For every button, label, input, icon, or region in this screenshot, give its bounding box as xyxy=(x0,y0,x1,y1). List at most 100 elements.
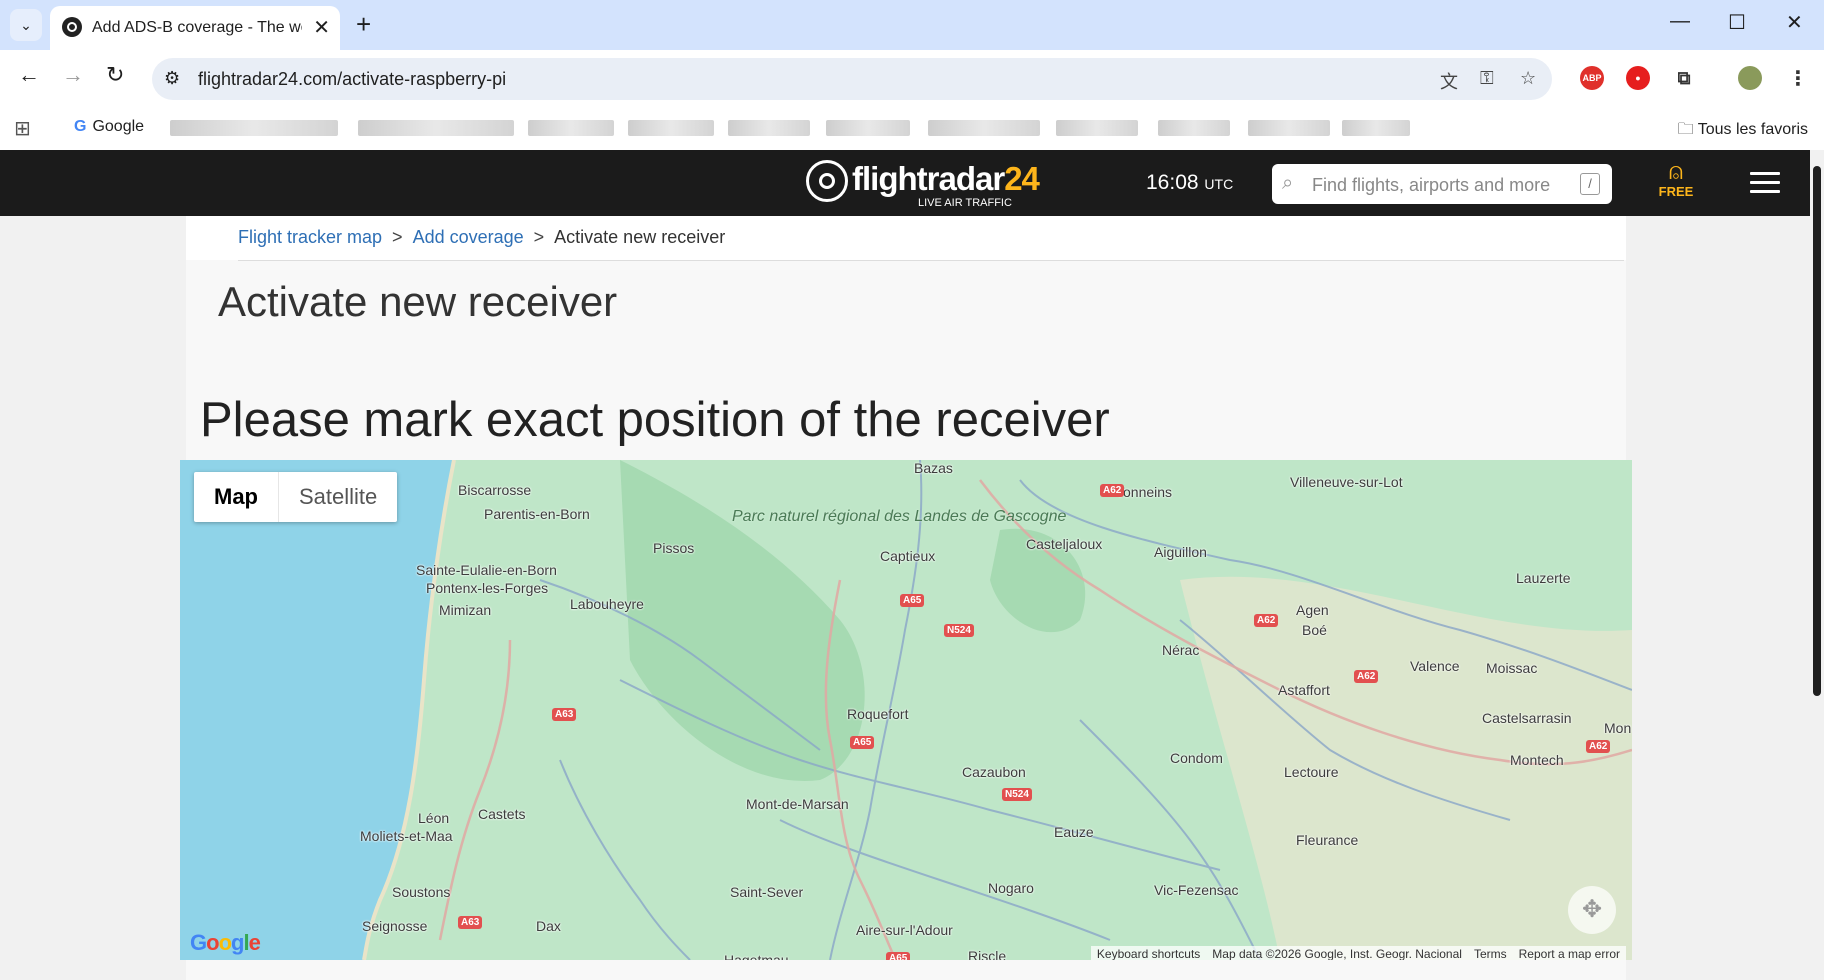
place-label: Nogaro xyxy=(988,880,1034,896)
flight-search[interactable]: ⌕ / xyxy=(1272,164,1612,204)
road-shield: A65 xyxy=(886,952,911,960)
breadcrumb-add-coverage[interactable]: Add coverage xyxy=(413,227,524,247)
map-type-map-button[interactable]: Map xyxy=(194,472,279,522)
logo-main-text: flightradar xyxy=(852,160,1005,197)
page-title: Activate new receiver xyxy=(218,278,618,325)
browser-tabstrip: ⌄ Add ADS-B coverage - The world's most … xyxy=(0,0,1824,50)
all-bookmarks-folder[interactable]: 🗀 Tous les favoris xyxy=(1678,118,1808,145)
utc-label: UTC xyxy=(1204,176,1234,192)
place-label: Condom xyxy=(1170,750,1223,766)
browser-menu-icon[interactable]: ⋮ xyxy=(1786,66,1810,90)
breadcrumb-divider xyxy=(238,260,1624,261)
search-input[interactable] xyxy=(1310,170,1574,200)
logo-wordmark: flightradar24 xyxy=(852,160,1040,198)
blurred-bookmark[interactable] xyxy=(358,120,514,136)
forward-icon[interactable]: → xyxy=(62,62,84,88)
report-map-error-link[interactable]: Report a map error xyxy=(1519,947,1620,960)
extensions-icon[interactable]: ⧉ xyxy=(1672,66,1696,90)
blurred-bookmark[interactable] xyxy=(170,120,338,136)
reload-icon[interactable]: ↻ xyxy=(106,62,124,88)
place-label: Saint-Sever xyxy=(730,884,804,900)
blurred-bookmark[interactable] xyxy=(628,120,714,136)
back-icon[interactable]: ← xyxy=(18,62,40,88)
place-label: Hagetmau xyxy=(724,952,789,960)
receiver-position-map[interactable]: Map Satellite Parc naturel régional des … xyxy=(180,460,1632,960)
blurred-bookmark[interactable] xyxy=(728,120,810,136)
minimize-icon[interactable]: — xyxy=(1670,10,1690,33)
blurred-bookmark[interactable] xyxy=(1248,120,1330,136)
tab-search-icon[interactable]: ⌄ xyxy=(10,9,42,41)
breadcrumb-bar: Flight tracker map > Add coverage > Activate… xyxy=(186,216,1626,260)
place-label: Roquefort xyxy=(847,706,909,722)
search-icon: ⌕ xyxy=(1282,172,1294,194)
keyboard-shortcuts-link[interactable]: Keyboard shortcuts xyxy=(1097,947,1200,960)
close-window-icon[interactable]: ✕ xyxy=(1786,10,1803,35)
adblock-plus-icon[interactable]: ABP xyxy=(1580,66,1604,90)
place-label: Castets xyxy=(478,806,526,822)
google-g-icon: G xyxy=(74,118,87,135)
scrollbar-thumb[interactable] xyxy=(1813,166,1821,696)
user-icon: ⍝ xyxy=(1668,158,1684,185)
breadcrumb: Flight tracker map > Add coverage > Activate… xyxy=(238,227,725,248)
blurred-bookmark[interactable] xyxy=(826,120,910,136)
blurred-bookmark[interactable] xyxy=(528,120,614,136)
place-label: Villeneuve-sur-Lot xyxy=(1290,474,1403,490)
place-label: Parentis-en-Born xyxy=(484,506,590,522)
place-label: Astaffort xyxy=(1278,682,1330,698)
place-label: Castelsarrasin xyxy=(1482,710,1572,726)
search-shortcut-hint: / xyxy=(1580,173,1600,195)
bookmark-google[interactable]: G Google xyxy=(74,118,144,136)
place-label: Valence xyxy=(1410,658,1460,674)
browser-tab-active[interactable]: Add ADS-B coverage - The world's most po… xyxy=(50,6,340,50)
place-label: Fleurance xyxy=(1296,832,1359,848)
hamburger-menu-icon[interactable] xyxy=(1750,172,1780,199)
flightradar-favicon-icon xyxy=(62,17,82,37)
place-label: Mont-de-Marsan xyxy=(746,796,849,812)
road-shield: A62 xyxy=(1254,614,1279,627)
radar-logo-icon xyxy=(806,160,848,202)
map-type-satellite-button[interactable]: Satellite xyxy=(279,472,397,522)
place-label: Casteljaloux xyxy=(1026,536,1103,552)
park-label: Parc naturel régional des Landes de Gasc… xyxy=(732,508,1067,525)
bookmark-star-icon[interactable]: ☆ xyxy=(1520,68,1536,89)
password-key-icon[interactable]: ⚿ xyxy=(1480,68,1494,89)
utc-time: 16:08 xyxy=(1146,171,1199,194)
maximize-icon[interactable]: ☐ xyxy=(1728,10,1746,35)
bookmark-google-label: Google xyxy=(92,118,145,135)
blurred-bookmark[interactable] xyxy=(1342,120,1410,136)
breadcrumb-flight-tracker-map[interactable]: Flight tracker map xyxy=(238,227,382,247)
place-label: Aiguillon xyxy=(1154,544,1207,560)
new-tab-icon[interactable]: + xyxy=(356,9,371,40)
page-scrollbar[interactable] xyxy=(1810,150,1824,980)
blurred-bookmark[interactable] xyxy=(928,120,1040,136)
breadcrumb-separator: > xyxy=(533,227,545,247)
road-shield: A65 xyxy=(850,736,875,749)
google-logo: Google xyxy=(190,930,261,955)
all-bookmarks-label: Tous les favoris xyxy=(1697,121,1808,138)
place-label: Boé xyxy=(1302,622,1327,638)
tab-close-icon[interactable]: ✕ xyxy=(313,15,330,40)
logo-number: 24 xyxy=(1004,160,1040,197)
address-bar[interactable]: ⚙ flightradar24.com/activate-raspberry-p… xyxy=(152,58,1552,100)
terms-link[interactable]: Terms xyxy=(1474,947,1507,960)
apps-grid-icon[interactable]: ⊞ xyxy=(14,116,31,141)
breadcrumb-separator: > xyxy=(392,227,403,247)
profile-avatar[interactable] xyxy=(1738,66,1762,90)
place-label: Dax xyxy=(536,918,561,934)
map-pan-control-icon[interactable]: ✥ xyxy=(1568,886,1616,934)
place-label: Pissos xyxy=(653,540,695,556)
road-shield: A62 xyxy=(1354,670,1379,683)
blurred-bookmark[interactable] xyxy=(1158,120,1230,136)
ublock-icon[interactable]: ● xyxy=(1626,66,1650,90)
translate-icon[interactable]: 文 xyxy=(1440,68,1458,94)
user-plan-label: FREE xyxy=(1658,184,1694,199)
blurred-bookmark[interactable] xyxy=(1056,120,1138,136)
place-label: Nérac xyxy=(1162,642,1200,658)
url-text[interactable]: flightradar24.com/activate-raspberry-pi xyxy=(198,69,506,90)
map-type-control: Map Satellite xyxy=(194,472,398,522)
bookmarks-bar: ⊞ G Google 🗀 Tous les favoris xyxy=(0,106,1824,151)
user-account-button[interactable]: ⍝ FREE xyxy=(1656,158,1696,200)
place-label: Montech xyxy=(1510,752,1564,768)
site-info-icon[interactable]: ⚙ xyxy=(164,68,180,89)
place-label: Aire-sur-l'Adour xyxy=(856,922,953,938)
